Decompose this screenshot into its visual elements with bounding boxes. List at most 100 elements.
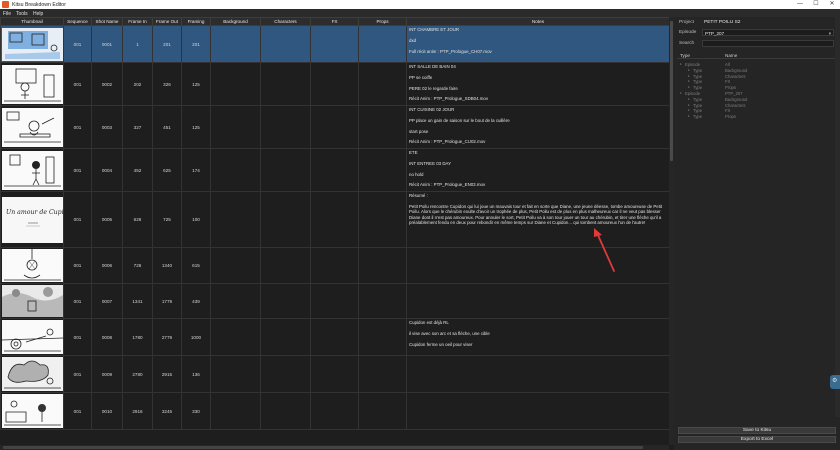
frame-out-cell[interactable]: 625 (152, 148, 182, 192)
characters-cell[interactable] (260, 355, 311, 393)
table-row[interactable]: Un amour de Cupidon0010005626725100 Résum… (0, 191, 669, 248)
framing-cell[interactable]: 125 (181, 105, 211, 149)
background-cell[interactable] (210, 318, 261, 356)
col-characters[interactable]: Characters (260, 17, 311, 26)
thumbnail-cell[interactable] (0, 318, 64, 356)
tree-item[interactable]: ▸ Type Characters (677, 74, 835, 80)
thumbnail-cell[interactable] (0, 247, 64, 284)
table-horizontal-scrollbar[interactable] (0, 445, 669, 450)
minimize-icon[interactable]: — (792, 0, 808, 9)
sequence-cell[interactable]: 001 (63, 283, 92, 319)
sequence-cell[interactable]: 001 (63, 355, 92, 393)
background-cell[interactable] (210, 355, 261, 393)
thumbnail-cell[interactable] (0, 62, 64, 106)
framing-cell[interactable]: 1000 (181, 318, 211, 356)
fx-cell[interactable] (310, 105, 359, 149)
shot-name-cell[interactable]: 0009 (91, 355, 123, 393)
tree-expand-icon[interactable]: ▸ (688, 74, 690, 78)
props-cell[interactable] (358, 283, 407, 319)
tree-item[interactable]: ▸ Type FX (677, 108, 835, 114)
tree-item[interactable]: ▸ Type FX (677, 79, 835, 85)
tree-item[interactable]: ▸ Episode All (677, 62, 835, 68)
props-cell[interactable] (358, 25, 407, 63)
notes-cell[interactable]: Résumé : Petit Poilu rencontre Cupidon q… (406, 191, 669, 248)
sequence-cell[interactable]: 001 (63, 105, 92, 149)
tree-expand-icon[interactable]: ▸ (688, 97, 690, 101)
frame-out-cell[interactable]: 725 (152, 191, 182, 248)
characters-cell[interactable] (260, 318, 311, 356)
frame-in-cell[interactable]: 1341 (122, 283, 153, 319)
props-cell[interactable] (358, 62, 407, 106)
characters-cell[interactable] (260, 283, 311, 319)
table-row[interactable]: 001 0004 452 625 174 ETE INT ENTREE 03 DAY no… (0, 148, 669, 192)
sequence-cell[interactable]: 001 (63, 247, 92, 284)
table-row[interactable]: 001 0001 1 201 201 INT CHAMBRE ET JOUR dxd Fu… (0, 25, 669, 63)
sequence-cell[interactable]: 001 (63, 25, 92, 63)
tree-item[interactable]: ▸ Episode PTP_207 (677, 91, 835, 97)
frame-in-cell[interactable]: 2916 (122, 392, 153, 430)
shot-name-cell[interactable]: 0007 (91, 283, 123, 319)
fx-cell[interactable] (310, 25, 359, 63)
shot-name-cell[interactable]: 0001 (91, 25, 123, 63)
background-cell[interactable] (210, 247, 261, 284)
tree-expand-icon[interactable]: ▸ (688, 103, 690, 107)
col-frame-in[interactable]: Frame In (122, 17, 153, 26)
col-notes[interactable]: Notes (406, 17, 669, 26)
thumbnail-cell[interactable] (0, 105, 64, 149)
sequence-cell[interactable]: 001 (63, 318, 92, 356)
characters-cell[interactable] (260, 392, 311, 430)
col-shot-name[interactable]: Shot Name (91, 17, 123, 26)
thumbnail-cell[interactable] (0, 355, 64, 393)
frame-out-cell[interactable]: 1779 (152, 283, 182, 319)
frame-in-cell[interactable]: 202 (122, 62, 153, 106)
tree-expand-icon[interactable]: ▸ (688, 108, 690, 112)
background-cell[interactable] (210, 105, 261, 149)
shot-name-cell[interactable]: 0010 (91, 392, 123, 430)
thumbnail-cell[interactable] (0, 25, 64, 63)
save-to-kitsu-button[interactable]: Save to Kitsu (678, 427, 836, 434)
fx-cell[interactable] (310, 355, 359, 393)
tree-item[interactable]: ▸ Type Background (677, 68, 835, 74)
thumbnail-cell[interactable] (0, 148, 64, 192)
menu-tools[interactable]: Tools (16, 11, 28, 17)
fx-cell[interactable] (310, 392, 359, 430)
notes-cell[interactable] (406, 355, 669, 393)
notes-cell[interactable] (406, 392, 669, 430)
framing-cell[interactable]: 125 (181, 62, 211, 106)
characters-cell[interactable] (260, 191, 311, 248)
props-cell[interactable] (358, 318, 407, 356)
notes-cell[interactable] (406, 247, 669, 284)
table-row[interactable]: 001 0006 726 1340 615 (0, 247, 669, 284)
notes-cell[interactable]: INT SALLE DE BAIN 04 PP se coiffe PERE 0… (406, 62, 669, 106)
shot-name-cell[interactable]: 0002 (91, 62, 123, 106)
props-cell[interactable] (358, 247, 407, 284)
sequence-cell[interactable]: 001 (63, 191, 92, 248)
tree-expand-icon[interactable]: ▸ (688, 85, 690, 89)
framing-cell[interactable]: 136 (181, 355, 211, 393)
table-row[interactable]: 001 0010 2916 3245 330 (0, 392, 669, 430)
frame-out-cell[interactable]: 326 (152, 62, 182, 106)
notes-cell[interactable]: ETE INT ENTREE 03 DAY no hold Récit Anim… (406, 148, 669, 192)
background-cell[interactable] (210, 25, 261, 63)
frame-in-cell[interactable]: 726 (122, 247, 153, 284)
frame-out-cell[interactable]: 2779 (152, 318, 182, 356)
shot-name-cell[interactable]: 0004 (91, 148, 123, 192)
sequence-cell[interactable]: 001 (63, 148, 92, 192)
col-thumbnail[interactable]: Thumbnail (0, 17, 64, 26)
framing-cell[interactable]: 201 (181, 25, 211, 63)
frame-in-cell[interactable]: 1780 (122, 318, 153, 356)
frame-out-cell[interactable]: 201 (152, 25, 182, 63)
background-cell[interactable] (210, 148, 261, 192)
fx-cell[interactable] (310, 148, 359, 192)
characters-cell[interactable] (260, 148, 311, 192)
export-to-excel-button[interactable]: Export to Excel (678, 436, 836, 443)
tree-expand-icon[interactable]: ▸ (680, 91, 682, 95)
framing-cell[interactable]: 100 (181, 191, 211, 248)
notes-cell[interactable] (406, 283, 669, 319)
characters-cell[interactable] (260, 62, 311, 106)
col-background[interactable]: Background (210, 17, 261, 26)
episode-select[interactable]: PTP_207 ▾ (702, 29, 834, 36)
framing-cell[interactable]: 174 (181, 148, 211, 192)
tree-item[interactable]: ▸ Type Props (677, 114, 835, 120)
tree-expand-icon[interactable]: ▸ (680, 62, 682, 66)
